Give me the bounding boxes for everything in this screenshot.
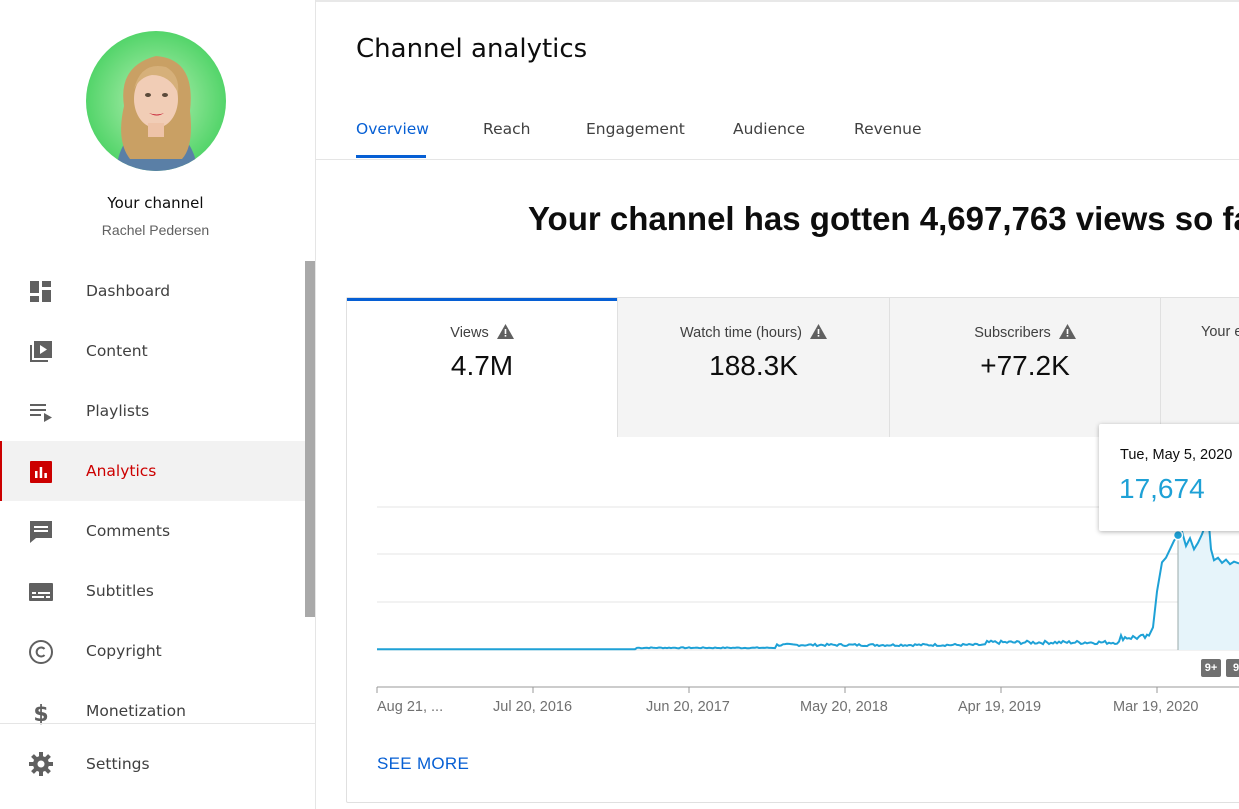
chart-area-fill — [1178, 513, 1239, 650]
x-tick-label: Aug 21, ... — [377, 699, 444, 715]
chart-hover-point — [1172, 529, 1184, 541]
chart-series-line — [377, 513, 1239, 651]
views-line-chart — [376, 506, 1239, 693]
see-more-link[interactable]: SEE MORE — [377, 754, 469, 774]
x-tick-label: Jun 20, 2017 — [646, 699, 730, 715]
x-tick-label: Mar 19, 2020 — [1113, 699, 1199, 715]
tooltip-value: 17,674 — [1119, 473, 1205, 504]
annotation-badge[interactable]: 9 — [1226, 659, 1239, 677]
tooltip-date: Tue, May 5, 2020 — [1120, 447, 1233, 463]
chart-tooltip: Tue, May 5, 2020 17,674 — [1099, 424, 1239, 531]
x-tick-label: Jul 20, 2016 — [493, 699, 573, 715]
x-tick-label: Apr 19, 2019 — [958, 699, 1042, 715]
x-tick-label: May 20, 2018 — [800, 699, 888, 715]
annotation-badge[interactable]: 9+ — [1201, 659, 1221, 677]
